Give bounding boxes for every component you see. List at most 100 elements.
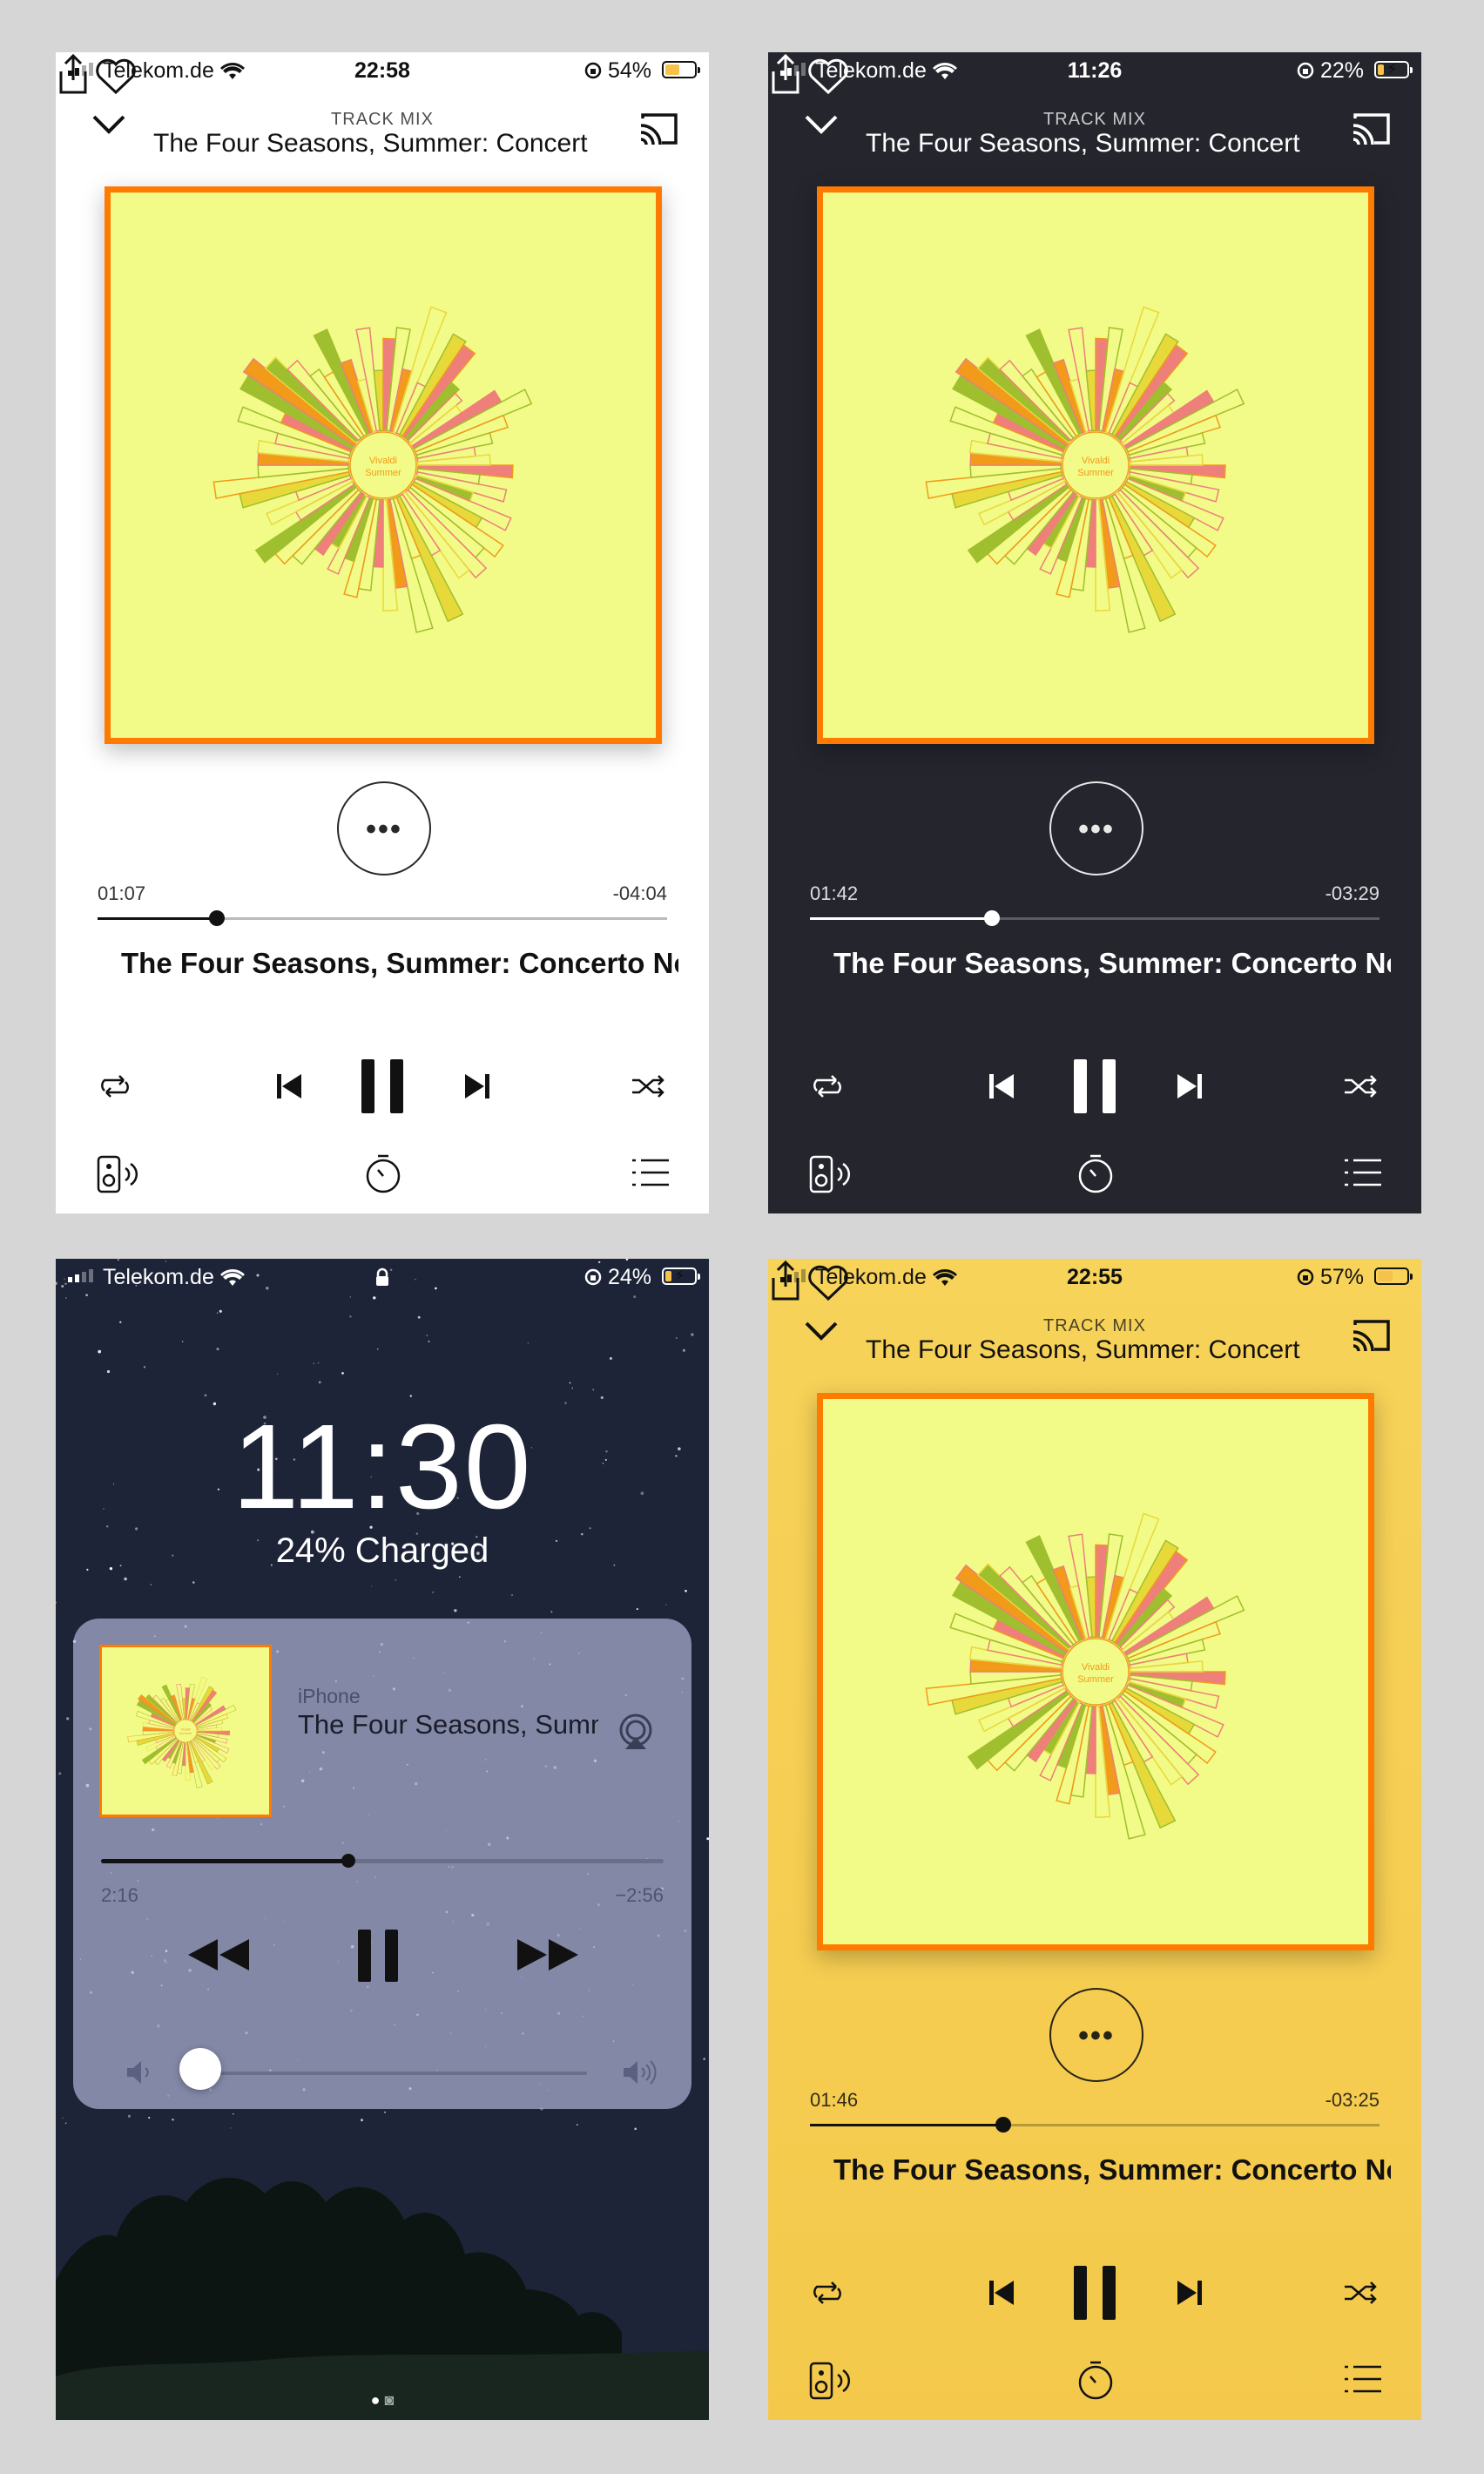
- art-spoke: [395, 495, 464, 623]
- progress-slider[interactable]: [98, 910, 667, 926]
- next-track-icon[interactable]: [1174, 1069, 1205, 1104]
- ellipsis-icon: •••: [366, 813, 402, 846]
- speaker-device-icon[interactable]: [808, 1154, 853, 1194]
- battery-icon: ⚡: [662, 1267, 700, 1285]
- scrubber-knob[interactable]: [341, 1854, 356, 1868]
- shuffle-icon[interactable]: [1343, 2280, 1378, 2306]
- art-text: Vivaldi: [1082, 456, 1110, 466]
- next-track-icon[interactable]: [462, 1069, 493, 1104]
- art-text: Summer: [365, 468, 401, 478]
- star: [703, 2058, 705, 2060]
- sleep-timer-icon[interactable]: [1076, 1153, 1115, 1194]
- header-title: The Four Seasons, Summer: Concert...: [153, 129, 589, 158]
- player-screen-yellow: Telekom.de 22:55 57% TRACK MIX The Four …: [768, 1259, 1421, 2420]
- ellipsis-icon: •••: [1078, 813, 1115, 846]
- star: [349, 1315, 352, 1318]
- star: [219, 1309, 222, 1313]
- repeat-icon[interactable]: [810, 2280, 845, 2306]
- speaker-device-icon[interactable]: [808, 2361, 853, 2401]
- rewind-icon[interactable]: [186, 1937, 253, 1972]
- star: [609, 1356, 612, 1360]
- star: [318, 1381, 321, 1384]
- fast-forward-icon[interactable]: [514, 1937, 580, 1972]
- art-spoke: [1130, 464, 1226, 479]
- pause-icon[interactable]: [358, 1056, 407, 1117]
- star: [571, 1387, 574, 1389]
- art-spoke: [182, 1698, 186, 1720]
- star: [148, 2116, 151, 2119]
- widget-cover: Vivaldi Summer: [99, 1645, 272, 1817]
- star: [62, 2117, 64, 2119]
- previous-track-icon[interactable]: [986, 2275, 1017, 2310]
- rotation-lock-icon: [584, 1268, 602, 1286]
- art-spoke: [197, 1730, 231, 1736]
- art-spoke: [1125, 1684, 1224, 1738]
- more-options-button[interactable]: •••: [337, 781, 431, 875]
- art-text: Vivaldi: [181, 1727, 191, 1731]
- more-options-button[interactable]: •••: [1049, 1988, 1143, 2082]
- ellipsis-icon: •••: [1078, 2019, 1115, 2052]
- header-title: The Four Seasons, Summer: Concert...: [866, 1335, 1301, 1364]
- sleep-timer-icon[interactable]: [1076, 2359, 1115, 2401]
- volume-high-icon: [624, 2060, 657, 2085]
- previous-track-icon[interactable]: [273, 1069, 305, 1104]
- progress-knob[interactable]: [209, 910, 226, 926]
- cover-artwork: Vivaldi Summer: [212, 306, 533, 633]
- progress-knob[interactable]: [995, 2117, 1012, 2133]
- progress-slider[interactable]: [810, 2117, 1379, 2133]
- progress-fill: [810, 2124, 1004, 2126]
- star: [276, 1373, 279, 1376]
- cover-artwork: Vivaldi Summer: [925, 306, 1245, 633]
- previous-track-icon[interactable]: [986, 1069, 1017, 1104]
- art-text: Vivaldi: [369, 456, 397, 466]
- elapsed-time: 2:16: [101, 1884, 138, 1906]
- art-spoke: [413, 477, 512, 531]
- progress-knob[interactable]: [984, 910, 1001, 926]
- star: [204, 1394, 207, 1397]
- star: [384, 2111, 386, 2113]
- volume-knob[interactable]: [179, 2048, 221, 2090]
- song-title: The Four Seasons, Summer: Concerto No. 2…: [121, 947, 678, 979]
- battery-icon: [662, 61, 700, 78]
- lock-icon: [376, 1267, 388, 1286]
- art-spoke: [1108, 495, 1177, 623]
- album-cover: Vivaldi Summer: [105, 186, 662, 744]
- page-dot-active: ●: [370, 2391, 381, 2409]
- speaker-device-icon[interactable]: [96, 1154, 141, 1194]
- volume-slider[interactable]: [212, 2072, 587, 2075]
- pause-icon[interactable]: [1070, 1056, 1119, 1117]
- airplay-icon[interactable]: [617, 1713, 655, 1751]
- camera-icon: ◙: [384, 2391, 395, 2409]
- progress-times: 01:42 -03:29: [810, 882, 1379, 905]
- scrubber[interactable]: [101, 1854, 664, 1868]
- cast-icon[interactable]: [1350, 112, 1392, 146]
- repeat-icon[interactable]: [98, 1073, 132, 1099]
- more-options-button[interactable]: •••: [1049, 781, 1143, 875]
- cast-icon[interactable]: [1350, 1318, 1392, 1353]
- star: [119, 1321, 122, 1323]
- progress-slider[interactable]: [810, 910, 1379, 926]
- star: [371, 1585, 373, 1587]
- art-spoke: [195, 1734, 230, 1754]
- song-title: The Four Seasons, Summer: Concerto No. 2…: [833, 2153, 1391, 2186]
- art-spoke: [1108, 1701, 1177, 1829]
- pause-icon[interactable]: [1070, 2262, 1119, 2323]
- pause-icon[interactable]: [355, 1927, 401, 1984]
- next-track-icon[interactable]: [1174, 2275, 1205, 2310]
- sleep-timer-icon[interactable]: [364, 1153, 402, 1194]
- status-bar: Telekom.de 11:26 22% ⚡: [768, 52, 1421, 91]
- queue-list-icon[interactable]: [631, 1157, 671, 1188]
- header-title: The Four Seasons, Summer: Concert...: [866, 129, 1301, 158]
- queue-list-icon[interactable]: [1343, 2363, 1383, 2395]
- star: [428, 1341, 430, 1342]
- repeat-icon[interactable]: [810, 1073, 845, 1099]
- queue-list-icon[interactable]: [1343, 1157, 1383, 1188]
- star: [691, 1333, 694, 1336]
- now-playing-widget: Vivaldi Summer iPhone The Four Seasons, S…: [73, 1619, 691, 2109]
- shuffle-icon[interactable]: [631, 1073, 665, 1099]
- shuffle-icon[interactable]: [1343, 1073, 1378, 1099]
- star: [127, 2114, 131, 2118]
- context-label: TRACK MIX: [331, 110, 434, 129]
- cast-icon[interactable]: [637, 112, 679, 146]
- player-header: TRACK MIX The Four Seasons, Summer: Conc…: [768, 101, 1421, 162]
